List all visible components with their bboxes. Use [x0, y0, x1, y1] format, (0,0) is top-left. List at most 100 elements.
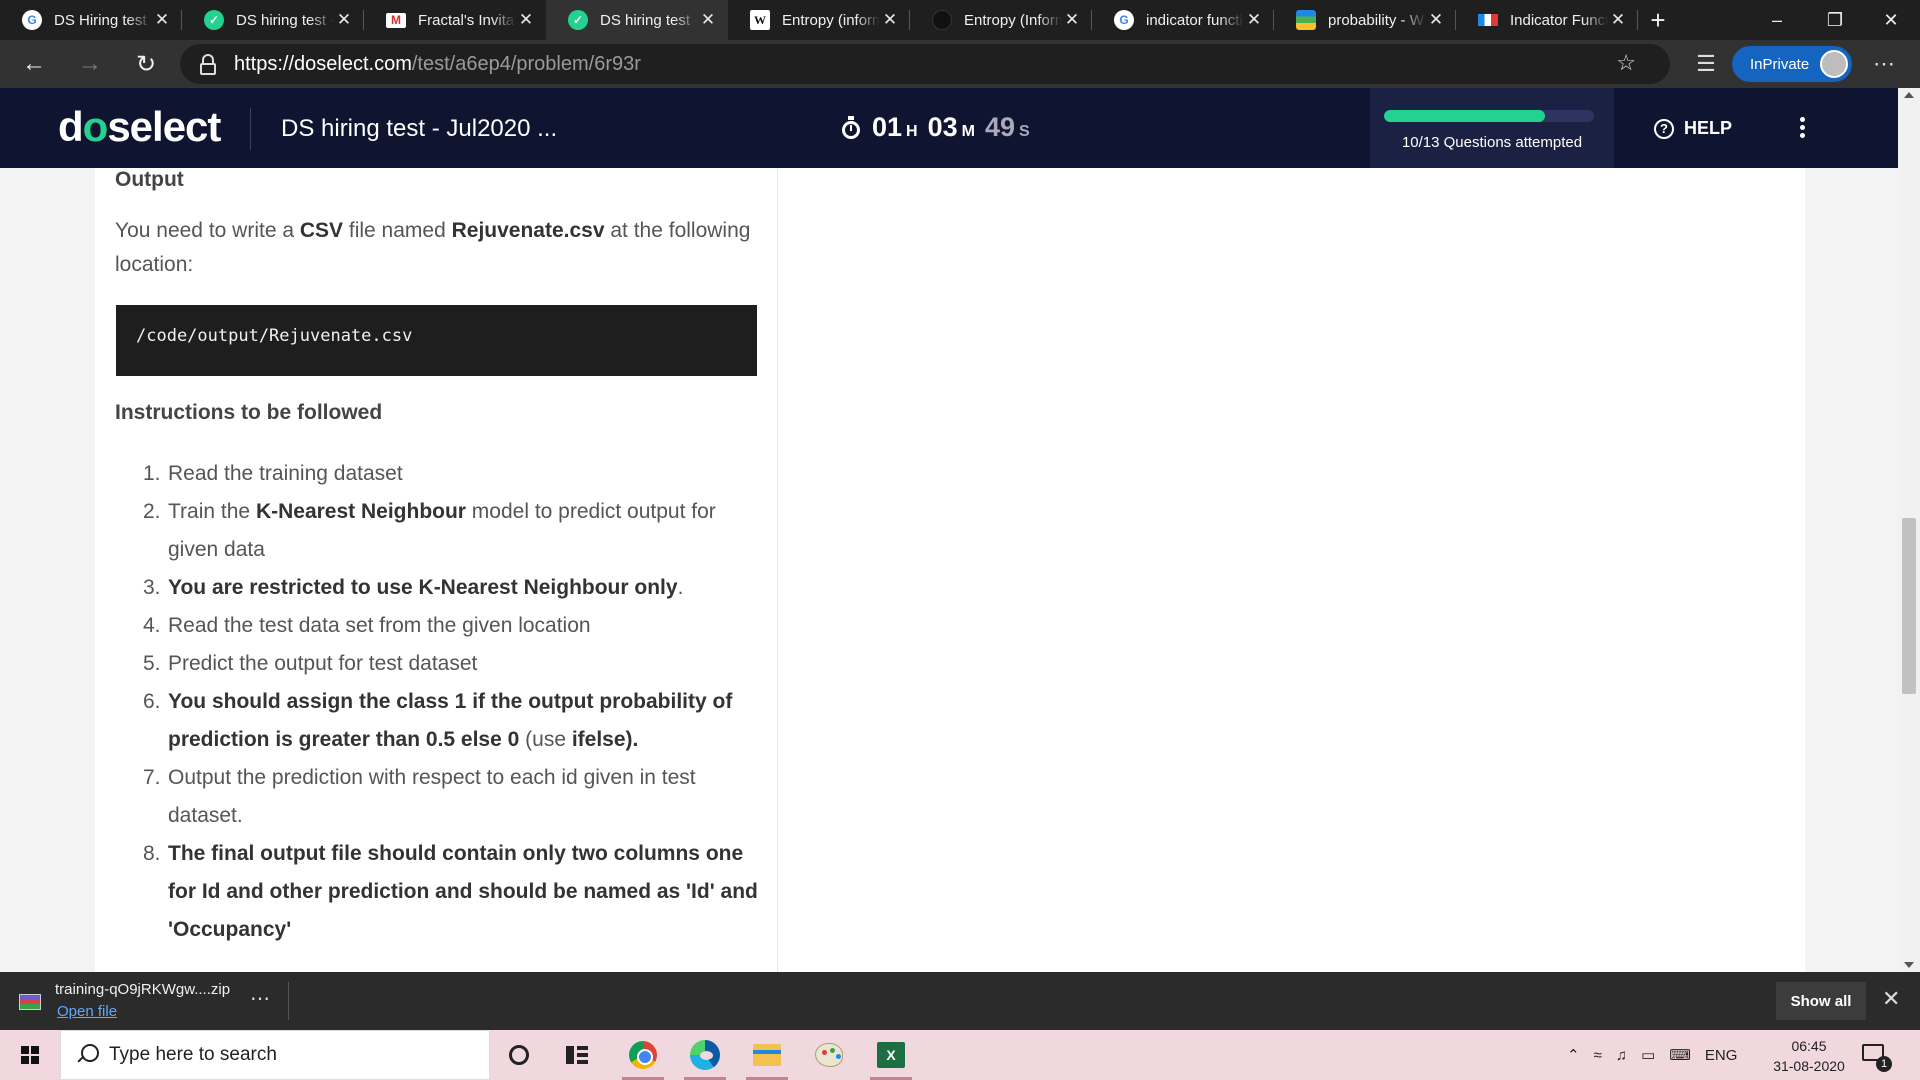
browser-tab[interactable]: Entropy (Inform ✕ [910, 0, 1092, 40]
close-shelf-icon[interactable]: ✕ [1882, 986, 1900, 1012]
header-divider [250, 108, 251, 150]
forward-button[interactable]: → [68, 44, 112, 84]
instruction-number: 1. [143, 462, 161, 485]
battery-icon[interactable]: ▭ [1641, 1046, 1655, 1064]
clock-date: 31-08-2020 [1773, 1058, 1845, 1074]
stopwatch-icon [842, 116, 860, 139]
cortana-button[interactable] [490, 1030, 548, 1080]
browser-tab[interactable]: probability - W ✕ [1274, 0, 1456, 40]
close-tab-icon[interactable]: ✕ [1426, 10, 1446, 30]
stackexchange-icon [1296, 10, 1316, 30]
output-description: You need to write a CSV file named Rejuv… [115, 219, 751, 276]
address-bar[interactable]: https://doselect.com/test/a6ep4/problem/… [180, 44, 1670, 84]
instructions-heading: Instructions to be followed [115, 401, 383, 424]
system-tray: ⌃ ≈ ♫ ▭ ⌨ ENG [1560, 1030, 1744, 1080]
back-button[interactable]: ← [12, 44, 56, 84]
close-tab-icon[interactable]: ✕ [516, 10, 536, 30]
new-tab-button[interactable]: + [1638, 0, 1678, 40]
close-tab-icon[interactable]: ✕ [334, 10, 354, 30]
instruction-text: Read the test data set from the given lo… [168, 614, 591, 637]
arrow-right-icon: → [78, 50, 102, 77]
windows-taskbar: Type here to search X ⌃ ≈ ♫ ▭ ⌨ ENG 06:4… [0, 1030, 1920, 1080]
scroll-down-icon[interactable] [1904, 962, 1914, 968]
instruction-number: 5. [143, 652, 161, 675]
taskbar-file-explorer[interactable] [738, 1030, 796, 1080]
close-tab-icon[interactable]: ✕ [152, 10, 172, 30]
taskbar-search-box[interactable]: Type here to search [60, 1030, 490, 1080]
inprivate-button[interactable]: InPrivate [1732, 46, 1852, 82]
language-indicator[interactable]: ENG [1705, 1047, 1738, 1064]
browser-tab[interactable]: Indicator Functi ✕ [1456, 0, 1638, 40]
instruction-item: 1. Read the training dataset [143, 455, 763, 493]
show-all-button[interactable]: Show all [1776, 982, 1866, 1020]
notification-center-button[interactable]: 1 [1862, 1042, 1892, 1072]
tab-title: DS Hiring test [54, 11, 147, 29]
lock-icon [198, 53, 218, 75]
close-window-button[interactable]: ✕ [1862, 0, 1920, 40]
wikipedia-w-icon: W [750, 10, 770, 30]
wifi-icon[interactable]: ≈ [1594, 1047, 1602, 1064]
taskbar-paint[interactable] [800, 1030, 858, 1080]
tab-title: DS hiring test - [236, 11, 334, 29]
browser-tab[interactable]: G DS Hiring test ✕ [0, 0, 182, 40]
browser-tab[interactable]: ✓ DS hiring test - ✕ [182, 0, 364, 40]
volume-icon[interactable]: ♫ [1616, 1047, 1627, 1064]
more-icon[interactable]: ⋯ [1864, 44, 1904, 84]
instruction-text: You should assign the class 1 if the out… [168, 690, 733, 751]
instruction-number: 7. [143, 766, 161, 789]
browser-tab-strip: G DS Hiring test ✕ ✓ DS hiring test - ✕ M Fract… [0, 0, 1920, 40]
scroll-up-icon[interactable] [1904, 92, 1914, 98]
open-file-link[interactable]: Open file [57, 1003, 117, 1020]
download-options-icon[interactable]: ⋯ [250, 986, 270, 1011]
search-placeholder: Type here to search [109, 1044, 277, 1065]
scrollbar-thumb[interactable] [1902, 518, 1916, 694]
taskbar-edge[interactable] [676, 1030, 734, 1080]
task-view-button[interactable] [548, 1030, 606, 1080]
clock[interactable]: 06:45 31-08-2020 [1768, 1036, 1850, 1076]
test-title: DS hiring test - Jul2020 ... [281, 115, 558, 142]
kebab-menu-icon[interactable] [1796, 114, 1808, 141]
doselect-logo[interactable]: doselect [58, 103, 221, 151]
page-scrollbar[interactable] [1898, 88, 1920, 972]
taskbar-excel[interactable]: X [862, 1030, 920, 1080]
instruction-number: 6. [143, 690, 161, 713]
instruction-item: 4. Read the test data set from the given … [143, 607, 763, 645]
close-tab-icon[interactable]: ✕ [1608, 10, 1628, 30]
inprivate-label: InPrivate [1750, 55, 1810, 73]
tab-title: DS hiring test - [600, 11, 698, 29]
browser-toolbar: ← → ↻ https://doselect.com/test/a6ep4/pr… [0, 40, 1920, 88]
gmail-icon: M [386, 12, 406, 28]
close-tab-icon[interactable]: ✕ [1244, 10, 1264, 30]
restore-button[interactable]: ❐ [1806, 0, 1864, 40]
instruction-number: 8. [143, 842, 161, 865]
tab-title: probability - W [1328, 11, 1424, 29]
help-button[interactable]: ? HELP [1654, 118, 1732, 139]
download-divider [288, 982, 289, 1020]
close-tab-icon[interactable]: ✕ [698, 10, 718, 30]
browser-tab[interactable]: ✓ DS hiring test - ✕ [546, 0, 728, 40]
close-tab-icon[interactable]: ✕ [880, 10, 900, 30]
browser-tab[interactable]: M Fractal's Invitat ✕ [364, 0, 546, 40]
dark-globe-icon [932, 10, 952, 30]
refresh-button[interactable]: ↻ [124, 44, 168, 84]
star-icon[interactable]: ☆ [1616, 50, 1636, 76]
browser-tab[interactable]: W Entropy (inform ✕ [728, 0, 910, 40]
progress-label: 10/13 Questions attempted [1401, 134, 1583, 151]
problem-statement-pane: Output You need to write a CSV file name… [95, 168, 778, 972]
favorites-icon[interactable]: ☰ [1686, 44, 1726, 84]
timer-seconds: 49 [984, 112, 1016, 142]
chevron-up-icon[interactable]: ⌃ [1567, 1046, 1580, 1064]
archive-file-icon [19, 994, 41, 1010]
instruction-number: 3. [143, 576, 161, 599]
tab-title: Entropy (inform [782, 11, 880, 29]
close-tab-icon[interactable]: ✕ [1062, 10, 1082, 30]
url-text[interactable]: https://doselect.com/test/a6ep4/problem/… [234, 53, 641, 76]
keyboard-icon[interactable]: ⌨ [1669, 1046, 1691, 1064]
minimize-button[interactable]: – [1748, 0, 1806, 40]
browser-tab[interactable]: Gindicator functi ✕ [1092, 0, 1274, 40]
download-filename[interactable]: training-qO9jRKWgw....zip [55, 981, 230, 998]
help-label: HELP [1684, 118, 1733, 138]
taskbar-chrome[interactable] [614, 1030, 672, 1080]
start-button[interactable] [0, 1030, 60, 1080]
questions-progress[interactable]: 10/13 Questions attempted [1370, 88, 1614, 168]
